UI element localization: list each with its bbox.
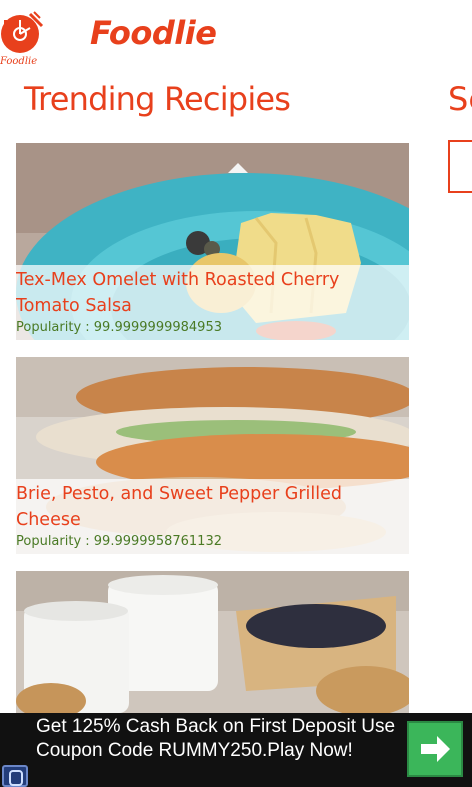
arrow-right-icon	[421, 736, 450, 762]
ad-arrow-button[interactable]	[407, 721, 463, 777]
recipe-card[interactable]	[16, 571, 409, 713]
recipe-title[interactable]: Tex-Mex Omelet with Roasted Cherry Tomat…	[16, 267, 409, 319]
recipe-info-overlay: Tex-Mex Omelet with Roasted Cherry Tomat…	[16, 265, 409, 340]
ad-badge-icon	[2, 765, 28, 787]
breakfast-photo	[16, 571, 409, 713]
app-title: Foodlie	[90, 14, 217, 52]
app-logo: Foodlie	[0, 4, 50, 68]
logo-caption: Foodlie	[0, 56, 38, 67]
recipe-card[interactable]: Tex-Mex Omelet with Roasted Cherry Tomat…	[16, 143, 409, 340]
section-title-next-peek[interactable]: Se	[448, 80, 472, 118]
plate-cutlery-icon	[1, 11, 44, 53]
ad-banner[interactable]: Get 125% Cash Back on First Deposit Use …	[0, 713, 472, 787]
ad-text[interactable]: Get 125% Cash Back on First Deposit Use …	[36, 715, 406, 763]
recipe-popularity: Popularity : 99.9999958761132	[16, 534, 222, 549]
recipe-card[interactable]: Brie, Pesto, and Sweet Pepper Grilled Ch…	[16, 357, 409, 554]
recipe-title[interactable]: Brie, Pesto, and Sweet Pepper Grilled Ch…	[16, 481, 409, 533]
next-section-peek-box[interactable]	[448, 140, 472, 193]
recipe-info-overlay: Brie, Pesto, and Sweet Pepper Grilled Ch…	[16, 479, 409, 554]
section-title-trending[interactable]: Trending Recipies	[24, 80, 291, 118]
recipe-popularity: Popularity : 99.9999999984953	[16, 320, 222, 335]
